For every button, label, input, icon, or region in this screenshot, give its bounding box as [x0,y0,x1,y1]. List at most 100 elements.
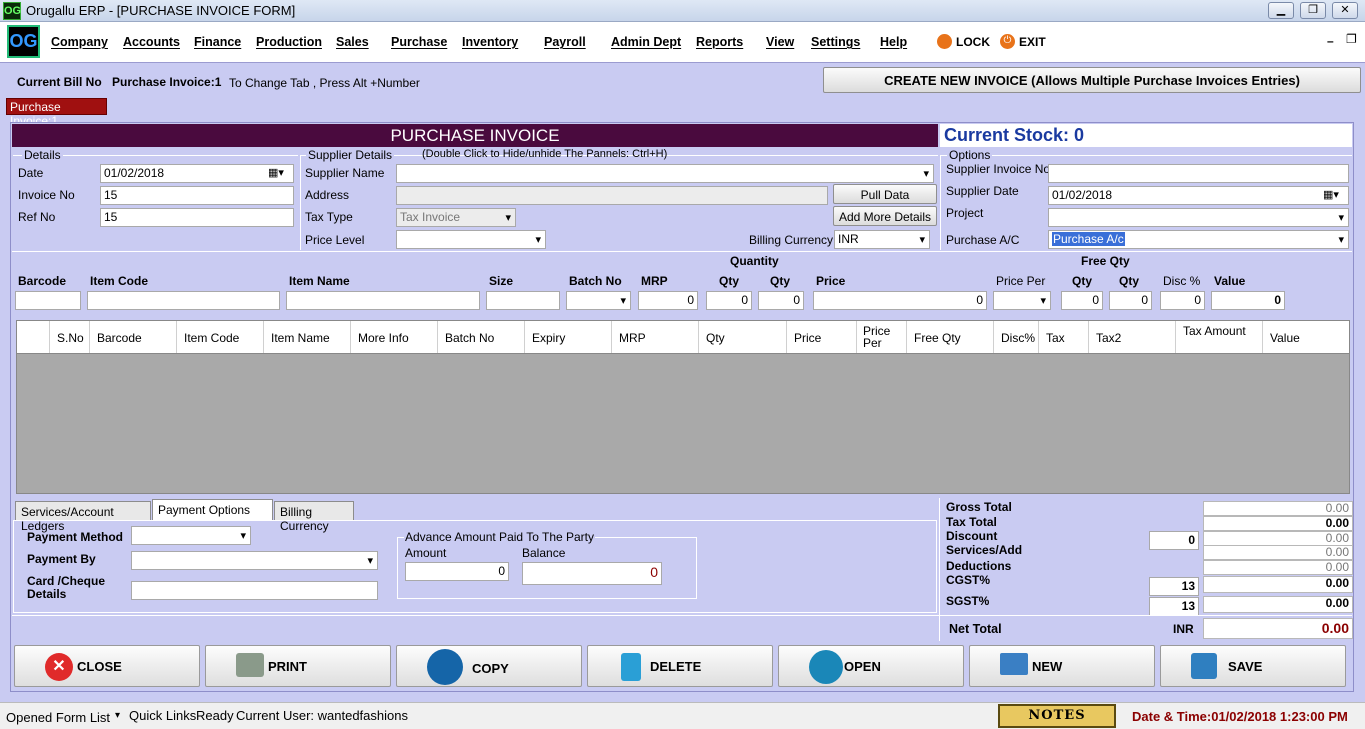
menu-finance[interactable]: Finance [194,35,241,49]
mdi-restore-icon[interactable]: ❐ [1346,32,1357,46]
card-cheque-details-input[interactable] [131,581,378,600]
size-input[interactable] [486,291,560,310]
col-tax-amount[interactable]: Tax Amount [1176,321,1263,353]
barcode-input[interactable] [15,291,81,310]
tab-services-ledgers[interactable]: Services/Account Ledgers [15,501,151,533]
notes-button[interactable]: NOTES [998,704,1116,728]
items-grid-body[interactable] [16,354,1350,494]
cgst-value: 0.00 [1203,576,1353,593]
menu-admin-dept[interactable]: Admin Dept [611,35,681,49]
item-code-input[interactable] [87,291,280,310]
bill-bar: Current Bill No Purchase Invoice:1 To Ch… [0,64,1365,94]
free-qty2-input[interactable]: 0 [1109,291,1152,310]
calendar-dropdown-icon[interactable]: ▦▾ [268,166,284,179]
menu-reports[interactable]: Reports [696,35,743,49]
qty-input[interactable]: 0 [706,291,752,310]
opened-form-list[interactable]: Opened Form List [6,710,110,725]
col-price[interactable]: Price [787,321,857,353]
payment-method-combo[interactable] [131,526,251,545]
menu-sales[interactable]: Sales [336,35,369,49]
pull-data-button[interactable]: Pull Data [833,184,937,204]
copy-button[interactable]: COPY [396,645,582,687]
col-free-qty[interactable]: Free Qty [907,321,994,353]
col-price-per[interactable]: Price Per [857,321,907,353]
free-qty2-header: Qty [1119,274,1140,288]
chevron-down-icon[interactable]: ▾ [115,710,120,721]
sgst-rate-input[interactable]: 13 [1149,597,1199,616]
tax-type-combo[interactable]: Tax Invoice [396,208,516,227]
supplier-invoice-no-field[interactable] [1048,164,1349,183]
purchase-ac-combo[interactable]: Purchase A/c [1048,230,1349,249]
tab-billing-currency[interactable]: Billing Currency [274,501,354,533]
col-barcode[interactable]: Barcode [90,321,177,353]
col-qty[interactable]: Qty [699,321,787,353]
menu-purchase[interactable]: Purchase [391,35,447,49]
supplier-invoice-no-label: Supplier Invoice No [946,162,1051,176]
delete-button[interactable]: DELETE [587,645,773,687]
exit-button[interactable]: EXIT [1019,35,1046,49]
col-tax2[interactable]: Tax2 [1089,321,1176,353]
add-more-details-button[interactable]: Add More Details [833,206,937,226]
project-combo[interactable] [1048,208,1349,227]
open-button[interactable]: OPEN [778,645,964,687]
price-per-combo[interactable] [993,291,1051,310]
col-item-name[interactable]: Item Name [264,321,351,353]
billing-currency-combo[interactable]: INR [834,230,930,249]
menu-company[interactable]: Company [51,35,108,49]
create-new-invoice-button[interactable]: CREATE NEW INVOICE (Allows Multiple Purc… [823,67,1361,93]
menu-view[interactable]: View [766,35,794,49]
save-button[interactable]: SAVE [1160,645,1346,687]
menu-settings[interactable]: Settings [811,35,860,49]
free-qty-input[interactable]: 0 [1061,291,1103,310]
new-button[interactable]: NEW [969,645,1155,687]
restore-button[interactable]: ❐ [1300,2,1326,19]
mdi-minimize-icon[interactable]: – [1327,34,1334,48]
invoice-tab[interactable]: Purchase Invoice:1 [6,98,107,128]
print-button[interactable]: PRINT [205,645,391,687]
balance-label: Balance [522,546,566,560]
value-input[interactable]: 0 [1211,291,1285,310]
date-field[interactable]: 01/02/2018 [100,164,294,183]
menu-accounts[interactable]: Accounts [123,35,180,49]
payment-by-combo[interactable] [131,551,378,570]
price-input[interactable]: 0 [813,291,987,310]
power-icon[interactable]: ⏻ [1000,34,1015,49]
col-disc[interactable]: Disc% [994,321,1039,353]
menu-payroll[interactable]: Payroll [544,35,586,49]
invoice-no-field[interactable]: 15 [100,186,294,205]
item-name-input[interactable] [286,291,480,310]
ref-no-field[interactable]: 15 [100,208,294,227]
address-field[interactable] [396,186,828,205]
supplier-name-combo[interactable] [396,164,934,183]
minimize-button[interactable]: ▁ [1268,2,1294,19]
calendar-dropdown-icon[interactable]: ▦▾ [1323,188,1339,201]
advance-amount-input[interactable]: 0 [405,562,509,581]
grid-corner[interactable] [17,321,50,353]
cgst-rate-input[interactable]: 13 [1149,577,1199,596]
tab-payment-options[interactable]: Payment Options [152,499,273,521]
disc-input[interactable]: 0 [1160,291,1205,310]
col-value[interactable]: Value [1263,321,1349,353]
lock-button[interactable]: LOCK [956,35,990,49]
menu-production[interactable]: Production [256,35,322,49]
close-window-button[interactable]: ✕ [1332,2,1358,19]
col-tax[interactable]: Tax [1039,321,1089,353]
col-mrp[interactable]: MRP [612,321,699,353]
menu-inventory[interactable]: Inventory [462,35,518,49]
close-button[interactable]: ✕ CLOSE [14,645,200,687]
col-sno[interactable]: S.No [50,321,90,353]
lock-icon[interactable] [937,34,952,49]
qty2-input[interactable]: 0 [758,291,804,310]
mrp-input[interactable]: 0 [638,291,698,310]
col-item-code[interactable]: Item Code [177,321,264,353]
discount-input[interactable]: 0 [1149,531,1199,550]
price-level-combo[interactable] [396,230,546,249]
menu-help[interactable]: Help [880,35,907,49]
tax-total-label: Tax Total [946,515,997,529]
supplier-date-field[interactable]: 01/02/2018 [1048,186,1349,205]
col-batch-no[interactable]: Batch No [438,321,525,353]
batch-no-combo[interactable] [566,291,631,310]
quick-links[interactable]: Quick Links [129,708,196,723]
col-expiry[interactable]: Expiry [525,321,612,353]
col-more-info[interactable]: More Info [351,321,438,353]
